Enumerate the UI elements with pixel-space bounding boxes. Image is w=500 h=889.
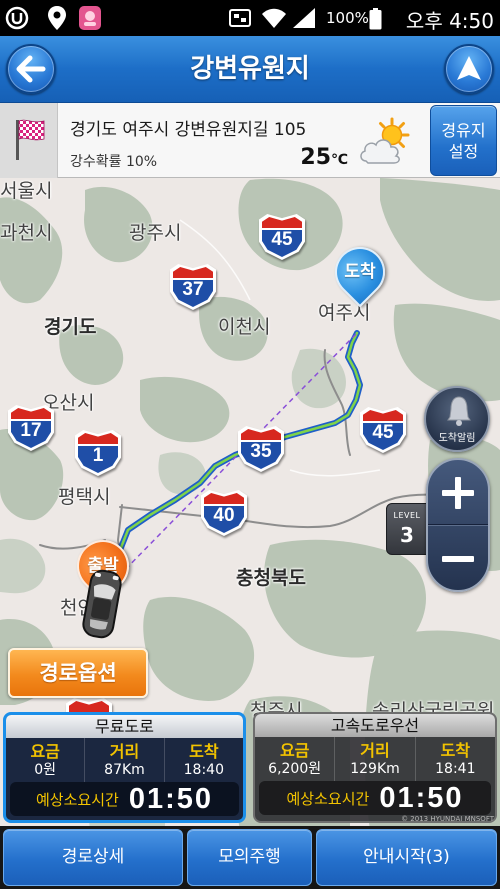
route-fee: 요금 6,200원 <box>255 737 334 781</box>
map-label-gyeonggi: 경기도 <box>44 316 97 338</box>
map-copyright: © 2013 HYUNDAI MNSOFT <box>401 815 494 823</box>
map-label-gwacheon: 과천시 <box>0 222 53 244</box>
wifi-icon <box>262 8 286 28</box>
simulation-drive-button[interactable]: 모의주행 <box>187 829 312 886</box>
page-title: 강변유원지 <box>190 54 310 84</box>
rain-probability: 강수확률 10% <box>70 154 158 170</box>
back-button[interactable] <box>6 44 56 94</box>
waypoint-button-line1: 경유지 <box>441 120 486 140</box>
zoom-out-button[interactable] <box>428 525 488 590</box>
fee-value: 6,200원 <box>268 760 322 777</box>
waypoint-button-line2: 설정 <box>448 141 479 161</box>
eta-value: 01:50 <box>128 782 213 815</box>
fee-label: 요금 <box>279 740 310 760</box>
route-name: 무료도로 <box>6 715 243 738</box>
status-bar: 100% 오후 4:50 <box>0 0 500 36</box>
checkered-flag-icon <box>16 119 45 160</box>
route-eta: 예상소요시간 01:50 <box>10 782 239 816</box>
highway-number: 1 <box>92 445 104 466</box>
highway-shield: 1 <box>75 430 121 476</box>
route-distance: 거리 129Km <box>334 737 414 781</box>
destination-marker-label: 도착 <box>344 262 376 282</box>
highway-number: 45 <box>271 229 293 250</box>
carrier-logo-icon <box>5 6 29 30</box>
arrival-alarm-button[interactable]: 도착알림 <box>424 386 490 452</box>
waypoint-settings-button[interactable]: 경유지 설정 <box>430 105 497 176</box>
destination-info-bar: 경기도 여주시 강변유원지길 105 강수확률 10% 25℃ 경유지 설정 <box>0 103 500 178</box>
arrival-label: 도착 <box>189 741 219 761</box>
eta-label: 예상소요시간 <box>286 789 370 808</box>
route-detail-button[interactable]: 경로상세 <box>3 829 183 886</box>
destination-address: 경기도 여주시 강변유원지길 105 <box>70 120 307 140</box>
distance-value: 87Km <box>104 761 145 778</box>
fee-label: 요금 <box>30 741 60 761</box>
destination-marker[interactable]: 도착 <box>324 236 396 308</box>
temperature-unit: ℃ <box>331 152 348 168</box>
map-label-seoul: 서울시 <box>0 180 53 202</box>
route-stats: 요금 0원 거리 87Km 도착 18:40 <box>6 738 243 782</box>
highway-number: 37 <box>182 279 204 300</box>
start-guidance-button[interactable]: 안내시작(3) <box>316 829 497 886</box>
distance-value: 129Km <box>350 760 400 777</box>
highway-shield: 40 <box>201 490 247 536</box>
battery-icon <box>369 8 382 30</box>
map-label-yeoju: 여주시 <box>318 302 371 324</box>
highway-shield: 45 <box>360 407 406 453</box>
route-card-highway-first[interactable]: 고속도로우선 요금 6,200원 거리 129Km 도착 18:41 예상소요시… <box>253 712 497 823</box>
highway-number: 17 <box>20 420 42 441</box>
map-level-indicator: LEVEL 3 <box>386 503 428 555</box>
zoom-control <box>426 458 490 592</box>
clock: 오후 4:50 <box>405 9 494 33</box>
screenshot-icon <box>229 9 251 27</box>
highway-shield: 35 <box>238 426 284 472</box>
route-fee: 요금 0원 <box>6 738 84 782</box>
arrival-value: 18:40 <box>183 761 224 778</box>
arrival-label: 도착 <box>440 740 471 760</box>
level-value: 3 <box>400 523 414 547</box>
bottom-action-bar: 경로상세 모의주행 안내시작(3) <box>0 826 500 889</box>
arrival-alarm-label: 도착알림 <box>438 433 476 444</box>
highway-number: 35 <box>250 441 272 462</box>
zoom-in-button[interactable] <box>428 460 488 525</box>
highway-shield: 17 <box>8 405 54 451</box>
highway-shield: 37 <box>170 264 216 310</box>
route-arrival: 도착 18:40 <box>163 738 243 782</box>
eta-value: 01:50 <box>379 781 464 814</box>
route-name: 고속도로우선 <box>255 714 495 737</box>
route-stats: 요금 6,200원 거리 129Km 도착 18:41 <box>255 737 495 781</box>
route-arrival: 도착 18:41 <box>414 737 495 781</box>
fee-value: 0원 <box>34 761 57 778</box>
destination-flag <box>0 103 58 178</box>
back-arrow-icon <box>16 55 46 83</box>
signal-icon <box>293 8 315 28</box>
map-label-icheon: 이천시 <box>218 316 271 338</box>
sun-behind-cloud-icon <box>360 117 410 164</box>
map-label-pyeongtaek: 평택시 <box>58 486 111 508</box>
level-label: LEVEL <box>393 511 421 520</box>
distance-label: 거리 <box>360 740 390 760</box>
arrival-value: 18:41 <box>435 760 476 777</box>
location-icon <box>48 6 66 30</box>
temperature-value: 25 <box>300 145 332 170</box>
eta-label: 예상소요시간 <box>36 790 119 809</box>
highway-shield: 45 <box>259 214 305 260</box>
route-option-button[interactable]: 경로옵션 <box>8 648 148 698</box>
navigation-button[interactable] <box>444 44 494 94</box>
route-card-free-road[interactable]: 무료도로 요금 0원 거리 87Km 도착 18:40 예상소요시간 01:50 <box>3 712 246 823</box>
distance-label: 거리 <box>109 741 140 761</box>
battery-level: 100% <box>326 9 369 27</box>
highway-number: 40 <box>213 505 235 526</box>
title-bar: 강변유원지 <box>0 36 500 103</box>
car-icon <box>82 569 122 639</box>
highway-number: 45 <box>372 422 394 443</box>
map-label-gwangju: 광주시 <box>129 222 182 244</box>
navigation-arrow-icon <box>457 56 481 80</box>
route-eta: 예상소요시간 01:50 <box>259 781 491 815</box>
temperature: 25℃ <box>296 145 348 170</box>
bell-icon <box>447 396 471 426</box>
map-label-chungbuk: 충청북도 <box>236 567 306 589</box>
app-notification-icon <box>79 6 101 30</box>
route-distance: 거리 87Km <box>84 738 163 782</box>
